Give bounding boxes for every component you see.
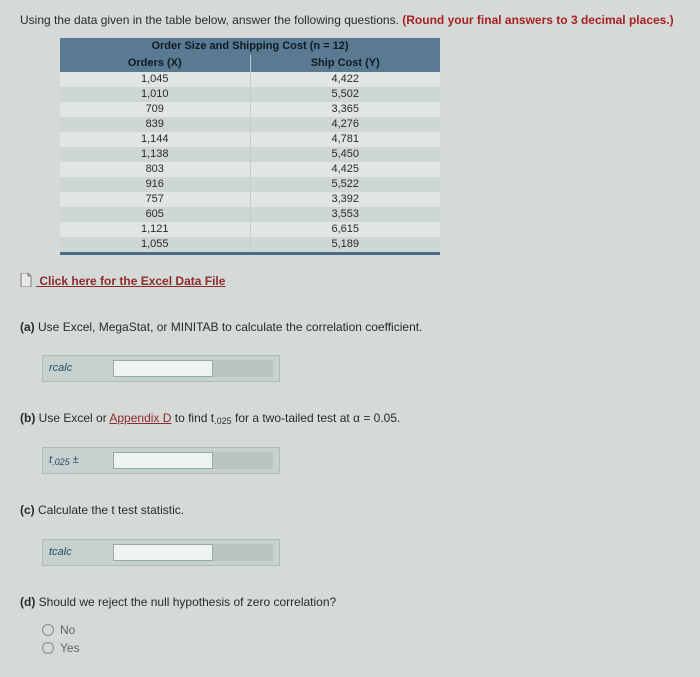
table-row: 6053,553 — [60, 207, 440, 222]
cell-y: 5,502 — [250, 87, 440, 102]
answer-shade — [213, 544, 273, 561]
tcalc-label: tcalc — [49, 545, 113, 560]
cell-y: 3,365 — [250, 102, 440, 117]
table-title: Order Size and Shipping Cost (n = 12) — [60, 38, 440, 55]
question-intro: Using the data given in the table below,… — [20, 12, 680, 28]
cell-y: 6,615 — [250, 222, 440, 237]
cell-y: 4,276 — [250, 117, 440, 132]
table-row: 1,0105,502 — [60, 87, 440, 102]
part-a-prefix: (a) — [20, 320, 35, 334]
cell-x: 1,121 — [60, 222, 250, 237]
part-c-prefix: (c) — [20, 503, 35, 517]
rcalc-input[interactable] — [113, 360, 213, 377]
table-row: 8394,276 — [60, 117, 440, 132]
cell-y: 3,392 — [250, 192, 440, 207]
excel-data-file-link[interactable]: Click here for the Excel Data File — [20, 273, 225, 289]
cell-y: 4,425 — [250, 162, 440, 177]
part-d-options: No Yes — [42, 622, 680, 656]
cell-x: 1,055 — [60, 237, 250, 252]
excel-link-text: Click here for the Excel Data File — [39, 274, 225, 288]
cell-x: 1,138 — [60, 147, 250, 162]
part-b: (b) Use Excel or Appendix D to find t.02… — [20, 410, 680, 427]
data-table-wrap: Order Size and Shipping Cost (n = 12) Or… — [60, 38, 440, 255]
cell-x: 1,010 — [60, 87, 250, 102]
cell-x: 839 — [60, 117, 250, 132]
cell-y: 5,522 — [250, 177, 440, 192]
table-row: 7573,392 — [60, 192, 440, 207]
table-row: 1,1444,781 — [60, 132, 440, 147]
part-b-prefix: (b) — [20, 411, 35, 425]
data-table: Order Size and Shipping Cost (n = 12) Or… — [60, 38, 440, 255]
table-row: 8034,425 — [60, 162, 440, 177]
part-a-answer: rcalc — [42, 355, 280, 382]
table-row: 1,1385,450 — [60, 147, 440, 162]
cell-x: 757 — [60, 192, 250, 207]
cell-x: 709 — [60, 102, 250, 117]
cell-x: 916 — [60, 177, 250, 192]
option-no[interactable]: No — [42, 622, 680, 638]
part-a: (a) Use Excel, MegaStat, or MINITAB to c… — [20, 319, 680, 335]
cell-y: 3,553 — [250, 207, 440, 222]
cell-x: 803 — [60, 162, 250, 177]
part-a-text: Use Excel, MegaStat, or MINITAB to calcu… — [38, 320, 422, 334]
part-c: (c) Calculate the t test statistic. — [20, 502, 680, 518]
answer-shade — [213, 452, 273, 469]
cell-y: 5,189 — [250, 237, 440, 252]
table-row: 1,0555,189 — [60, 237, 440, 252]
cell-x: 605 — [60, 207, 250, 222]
intro-text: Using the data given in the table below,… — [20, 13, 399, 27]
table-row: 7093,365 — [60, 102, 440, 117]
part-b-post: for a two-tailed test at α = 0.05. — [232, 411, 401, 425]
part-d-prefix: (d) — [20, 595, 35, 609]
col-header-y: Ship Cost (Y) — [250, 55, 440, 72]
cell-y: 5,450 — [250, 147, 440, 162]
option-yes[interactable]: Yes — [42, 640, 680, 656]
file-icon — [20, 273, 32, 287]
part-b-pre: Use Excel or — [39, 411, 110, 425]
part-d-text: Should we reject the null hypothesis of … — [39, 595, 337, 609]
round-note: (Round your final answers to 3 decimal p… — [402, 13, 673, 27]
tcalc-input[interactable] — [113, 544, 213, 561]
part-c-answer: tcalc — [42, 539, 280, 566]
t025-input[interactable] — [113, 452, 213, 469]
rcalc-label: rcalc — [49, 361, 113, 376]
part-d: (d) Should we reject the null hypothesis… — [20, 594, 680, 610]
cell-y: 4,781 — [250, 132, 440, 147]
table-row: 9165,522 — [60, 177, 440, 192]
radio-icon — [42, 642, 54, 654]
t025-label: t.025 ± — [49, 453, 113, 468]
option-no-label: No — [60, 622, 75, 638]
part-c-text: Calculate the t test statistic. — [38, 503, 184, 517]
radio-icon — [42, 624, 54, 636]
appendix-d-link[interactable]: Appendix D — [109, 411, 171, 425]
col-header-x: Orders (X) — [60, 55, 250, 72]
table-row: 1,0454,422 — [60, 72, 440, 87]
part-b-sub: .025 — [214, 416, 232, 426]
answer-shade — [213, 360, 273, 377]
cell-x: 1,045 — [60, 72, 250, 87]
cell-x: 1,144 — [60, 132, 250, 147]
option-yes-label: Yes — [60, 640, 80, 656]
table-row: 1,1216,615 — [60, 222, 440, 237]
part-b-mid: to find t — [171, 411, 214, 425]
part-b-answer: t.025 ± — [42, 447, 280, 474]
cell-y: 4,422 — [250, 72, 440, 87]
